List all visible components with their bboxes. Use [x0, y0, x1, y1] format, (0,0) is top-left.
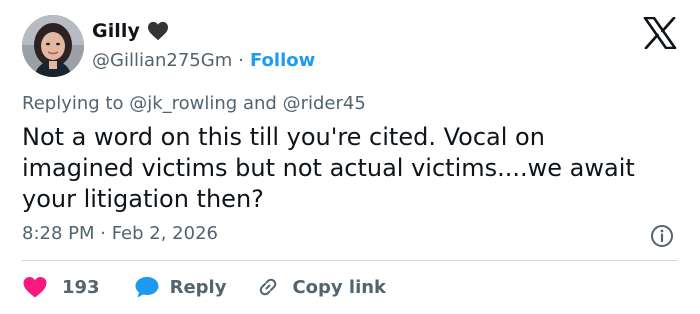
reply-joiner: and [242, 93, 277, 114]
tweet-line: Not a word on this till you're cited. Vo… [22, 123, 545, 151]
mention-jk-rowling[interactable]: @jk_rowling [129, 93, 237, 114]
avatar-image [22, 15, 84, 77]
divider [22, 260, 678, 261]
mention-rider45[interactable]: @rider45 [283, 93, 366, 114]
tweet-line: your litigation then? [22, 185, 264, 213]
link-icon [256, 275, 280, 299]
tweet-timestamp[interactable]: 8:28 PM · Feb 2, 2026 [22, 223, 218, 244]
author-display-name[interactable]: Gilly [92, 20, 140, 42]
speech-bubble-icon [134, 275, 160, 299]
black-heart-icon [147, 21, 169, 41]
heart-icon [22, 275, 48, 299]
tweet-card: Gilly @Gillian275Gm · Follow Replying to… [0, 0, 700, 314]
copy-link-label: Copy link [292, 276, 387, 298]
reply-label: Reply [169, 276, 227, 298]
info-icon[interactable] [650, 224, 674, 248]
separator-dot: · [238, 49, 244, 71]
follow-button[interactable]: Follow [250, 50, 315, 71]
copy-link-button[interactable]: Copy link [256, 275, 386, 299]
action-bar: 193 Reply Copy link [22, 270, 386, 304]
reply-button[interactable]: Reply [134, 275, 227, 299]
reply-prefix: Replying to [22, 93, 124, 114]
author-name-row: Gilly [92, 18, 169, 44]
author-handle[interactable]: @Gillian275Gm [92, 50, 232, 71]
author-handle-row: @Gillian275Gm · Follow [92, 48, 315, 72]
tweet-line: imagined victims but not actual victims.… [22, 154, 635, 182]
like-count: 193 [62, 276, 100, 298]
x-logo-icon[interactable] [643, 17, 677, 49]
like-button[interactable]: 193 [22, 275, 100, 299]
reply-context: Replying to @jk_rowling and @rider45 [22, 93, 366, 114]
avatar[interactable] [22, 15, 84, 77]
tweet-text: Not a word on this till you're cited. Vo… [22, 122, 692, 215]
